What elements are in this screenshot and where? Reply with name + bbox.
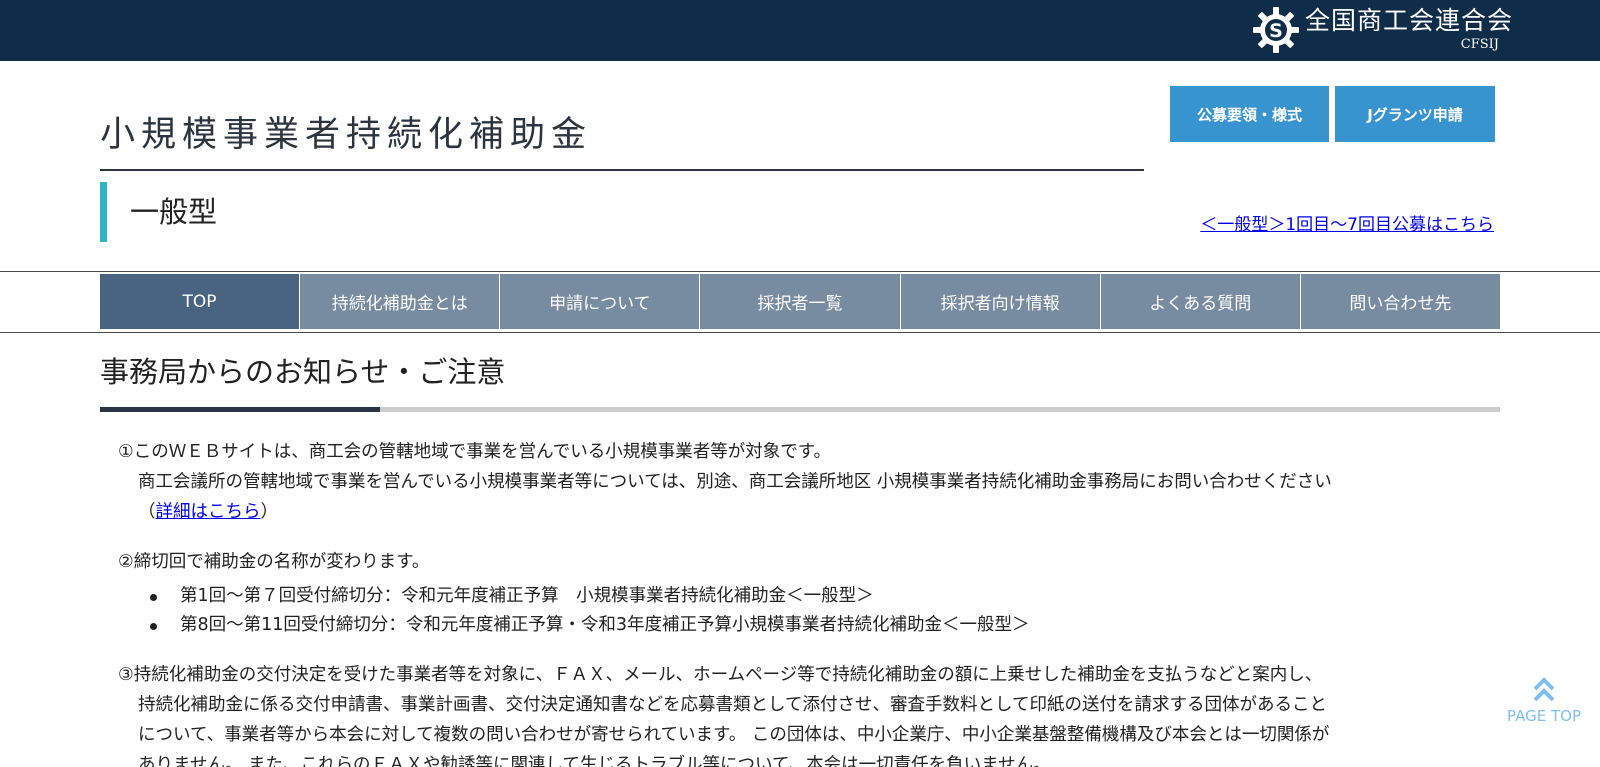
title-divider [100,169,1144,171]
notice-3-line-2: 持続化補助金に係る交付申請書、事業計画書、交付決定通知書などを応募書類として添付… [138,695,1327,715]
nav-item-faq[interactable]: よくある質問 [1100,274,1301,329]
paren-open: （ [138,502,156,522]
past-rounds-link[interactable]: ＜一般型＞1回目〜7回目公募はこちら [1200,213,1494,237]
list-item: 第8回〜第11回受付締切分：令和元年度補正予算・令和3年度補正予算小規模事業者持… [150,611,1030,640]
details-link[interactable]: 詳細はこちら [156,502,261,522]
nav-item-application[interactable]: 申請について [500,274,701,329]
jgrants-apply-button[interactable]: Jグランツ申請 [1335,86,1495,142]
nav-item-top[interactable]: TOP [100,274,301,329]
nav-item-adopted-list[interactable]: 採択者一覧 [700,274,901,329]
sub-title: 一般型 [130,195,218,229]
section-divider-accent [100,407,380,412]
nav-item-adopted-info[interactable]: 採択者向け情報 [900,274,1101,329]
site-title: 小規模事業者持続化補助金 [100,115,593,155]
guidelines-button[interactable]: 公募要領・様式 [1170,86,1329,142]
page-top-button[interactable]: PAGE TOP [1505,676,1583,725]
nav-item-about[interactable]: 持続化補助金とは [300,274,501,329]
nav-divider-top [0,271,1600,272]
main-nav: TOP 持続化補助金とは 申請について 採択者一覧 採択者向け情報 よくある質問… [100,274,1500,329]
notice-3: ③持続化補助金の交付決定を受けた事業者等を対象に、ＦＡＸ、メール、ホームページ等… [118,660,1503,767]
double-chevron-up-icon [1533,677,1555,702]
top-bar: S 全国商工会連合会 CFSIJ [0,0,1600,61]
gear-s-logo-icon[interactable]: S [1252,6,1300,54]
org-abbr: CFSIJ [1460,37,1499,52]
notice-2-line-1: ②締切回で補助金の名称が変わります。 [118,552,430,572]
nav-divider-bottom [0,332,1600,333]
notice-1-line-2: 商工会議所の管轄地域で事業を営んでいる小規模事業者等については、別途、商工会議所… [138,472,1332,492]
nav-item-contact[interactable]: 問い合わせ先 [1300,274,1500,329]
notice-3-line-3: について、事業者等から本会に対して複数の問い合わせが寄せられています。 この団体… [138,725,1330,745]
notice-1-line-3: （詳細はこちら） [118,497,1503,527]
page-top-label: PAGE TOP [1507,707,1581,725]
list-item: 第1回〜第７回受付締切分：令和元年度補正予算 小規模事業者持続化補助金＜一般型＞ [150,582,1030,611]
notice-2-list: 第1回〜第７回受付締切分：令和元年度補正予算 小規模事業者持続化補助金＜一般型＞… [150,582,1030,640]
notice-3-line-1: ③持続化補助金の交付決定を受けた事業者等を対象に、ＦＡＸ、メール、ホームページ等… [118,665,1323,685]
svg-text:S: S [1269,20,1283,42]
notice-3-line-4: ありません。 また、これらのＦＡＸや勧誘等に関連して生じるトラブル等について、本… [138,755,1051,767]
sub-title-accent-bar [100,182,107,242]
notice-1: ①このＷＥＢサイトは、商工会の管轄地域で事業を営んでいる小規模事業者等が対象です… [118,437,1503,527]
section-title: 事務局からのお知らせ・ご注意 [100,355,506,389]
org-name[interactable]: 全国商工会連合会 [1305,6,1512,36]
notice-1-line-1: ①このＷＥＢサイトは、商工会の管轄地域で事業を営んでいる小規模事業者等が対象です… [118,442,832,462]
paren-close: ） [260,502,279,522]
